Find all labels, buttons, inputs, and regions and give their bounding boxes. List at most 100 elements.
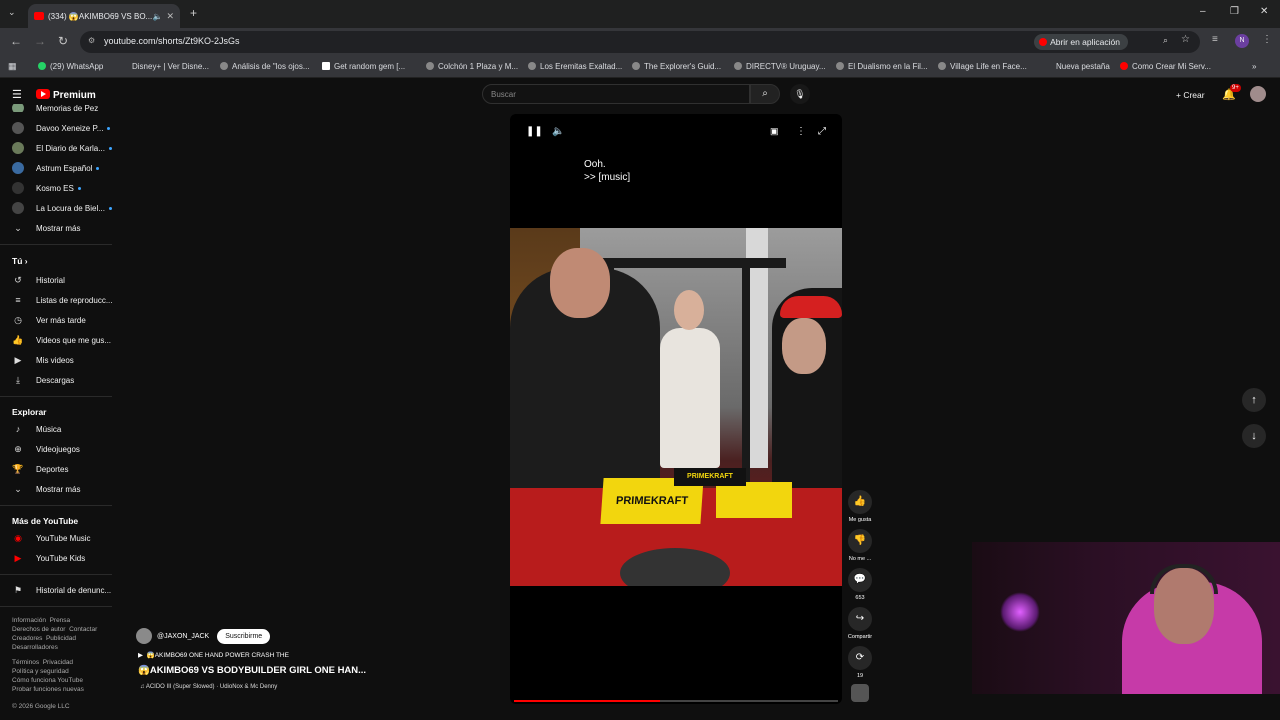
channel-avatar[interactable] [136, 628, 152, 644]
thumbs-up-icon: 👍 [12, 335, 24, 345]
account-avatar[interactable] [1250, 86, 1266, 102]
sidebar-divider [0, 244, 112, 245]
bookmark-item[interactable]: Como Crear Mi Serv... [1120, 62, 1211, 71]
related-video-link[interactable]: ▶ 😱AKIMBO69 ONE HAND POWER CRASH THE [138, 651, 289, 659]
trophy-icon: 🏆 [12, 464, 24, 474]
bookmark-item[interactable]: Village Life en Face... [938, 62, 1027, 71]
sidebar-item-liked-videos[interactable]: 👍 Videos que me gus... [12, 332, 111, 348]
remix-button[interactable]: ⟳ 19 [842, 646, 878, 679]
search-input[interactable]: Buscar [482, 84, 750, 104]
bookmark-item[interactable]: Colchón 1 Plaza y M... [426, 62, 518, 71]
apps-grid-icon[interactable]: ▦ [8, 61, 17, 72]
search-button[interactable]: ⌕ [750, 84, 780, 104]
speaker-icon[interactable]: 🔈 [152, 12, 162, 21]
share-button[interactable]: ↪ Compartir [842, 607, 878, 640]
back-icon[interactable]: ← [10, 34, 22, 48]
site-info-icon[interactable]: ⚙ [88, 36, 95, 45]
sidebar-subscription[interactable]: Astrum Español [12, 160, 100, 176]
sidebar-item-my-videos[interactable]: ▶ Mis videos [12, 352, 74, 368]
new-tab-icon[interactable]: + [190, 6, 197, 20]
forward-icon[interactable]: → [34, 34, 46, 48]
sidebar-item-youtube-kids[interactable]: ▶ YouTube Kids [12, 550, 86, 566]
sidebar-subscription[interactable]: Davoo Xeneize P... [12, 120, 111, 136]
footer-links[interactable]: Términos Privacidad Política y seguridad… [12, 658, 84, 694]
video-frame[interactable]: PRIMEKRAFT PRIMEKRAFT [510, 228, 842, 586]
caption-line: >> [music] [584, 172, 631, 183]
address-bar[interactable]: ⚙ youtube.com/shorts/Zt9KO-2JsGs Abrir e… [80, 31, 1200, 53]
previous-short-icon[interactable]: ↑ [1242, 388, 1266, 412]
sidebar-item-playlists[interactable]: ≡ Listas de reproducc... [12, 292, 112, 308]
sound-thumbnail[interactable] [842, 684, 878, 702]
subscribe-button[interactable]: Suscribirme [217, 628, 271, 644]
bookmark-item[interactable]: Disney+ | Ver Disne... [132, 62, 209, 71]
browser-tab[interactable]: (334) 😱AKIMBO69 VS BO... 🔈 ✕ [28, 4, 180, 28]
more-bookmarks-icon[interactable]: » [1252, 62, 1256, 71]
bookmark-item[interactable]: Get random gem [... [322, 62, 405, 71]
url-text[interactable]: youtube.com/shorts/Zt9KO-2JsGs [104, 36, 240, 46]
tab-close-icon[interactable]: ✕ [166, 11, 174, 22]
channel-avatar [12, 162, 24, 174]
reload-icon[interactable]: ↻ [58, 34, 68, 48]
shorts-player[interactable]: ❚❚ 🔈 ▣ ⋮ ⤢ Ooh. >> [music] PRIMEKRAFT PR… [510, 114, 842, 704]
progress-bar[interactable] [514, 700, 838, 702]
browser-toolbar: ← → ↻ ⚙ youtube.com/shorts/Zt9KO-2JsGs A… [0, 28, 1280, 56]
like-button[interactable]: 👍 Me gusta [842, 490, 878, 523]
next-short-icon[interactable]: ↓ [1242, 424, 1266, 448]
sidebar-item-report-history[interactable]: ⚑ Historial de denunc... [12, 582, 111, 598]
search-icon: ⌕ [762, 88, 768, 99]
short-title[interactable]: 😱AKIMBO69 VS BODYBUILDER GIRL ONE HAN... [138, 665, 366, 676]
sidebar-item-sports[interactable]: 🏆 Deportes [12, 461, 68, 477]
footer-links[interactable]: Información Prensa Derechos de autor Con… [12, 616, 97, 652]
sidebar-subscription[interactable]: Memorias de Pez [12, 104, 98, 112]
sidebar-show-more[interactable]: ⌄ Mostrar más [12, 481, 80, 497]
globe-icon [938, 62, 946, 70]
media-control-icon[interactable]: ≡ [1212, 34, 1218, 45]
zoom-icon[interactable]: ⌕ [1163, 35, 1168, 46]
minimize-icon[interactable]: – [1200, 6, 1206, 17]
bookmark-item[interactable]: The Explorer's Guid... [632, 62, 721, 71]
youtube-premium-logo[interactable]: Premium [36, 89, 96, 101]
restore-icon[interactable]: ❐ [1230, 6, 1239, 17]
sidebar-section-you[interactable]: Tú › [12, 256, 28, 266]
sidebar-subscription[interactable]: La Locura de Biel... [12, 200, 112, 216]
clock-icon: ◷ [14, 315, 22, 325]
youtube-music-icon: ◉ [14, 533, 22, 543]
close-window-icon[interactable]: ✕ [1260, 6, 1268, 17]
sidebar-subscription[interactable]: El Diario de Karla... [12, 140, 112, 156]
comments-button[interactable]: 💬 653 [842, 568, 878, 601]
music-link[interactable]: ♫ ACIDO III (Super Slowed) · UdioNox & M… [140, 684, 277, 690]
sidebar-item-watch-later[interactable]: ◷ Ver más tarde [12, 312, 86, 328]
bookmark-item[interactable]: (29) WhatsApp [38, 62, 103, 71]
youtube-masthead: ☰ Premium Buscar ⌕ 🎙 + Crear 🔔 9+ [0, 80, 1280, 110]
bookmark-item[interactable]: Análisis de "los ojos... [220, 62, 310, 71]
globe-icon [836, 62, 844, 70]
more-options-icon[interactable]: ⋮ [796, 126, 806, 137]
bookmark-item[interactable]: Los Eremitas Exaltad... [528, 62, 622, 71]
sidebar-item-youtube-music[interactable]: ◉ YouTube Music [12, 530, 91, 546]
pause-icon[interactable]: ❚❚ [526, 126, 543, 137]
volume-icon[interactable]: 🔈 [552, 126, 564, 137]
whatsapp-icon [38, 62, 46, 70]
open-in-app-button[interactable]: Abrir en aplicación [1034, 34, 1128, 50]
fullscreen-icon[interactable]: ⤢ [818, 126, 826, 137]
sidebar-item-downloads[interactable]: ⤓ Descargas [12, 372, 74, 388]
profile-avatar[interactable]: N [1235, 34, 1249, 48]
bookmark-item[interactable]: DIRECTV® Uruguay... [734, 62, 826, 71]
captions-icon[interactable]: ▣ [770, 126, 779, 137]
browser-menu-icon[interactable]: ⋮ [1262, 34, 1272, 45]
remix-icon: ⟳ [848, 646, 872, 670]
hamburger-menu-icon[interactable]: ☰ [12, 88, 22, 101]
bookmark-item[interactable]: El Dualismo en la Fil... [836, 62, 928, 71]
sidebar-subscription[interactable]: Kosmo ES [12, 180, 81, 196]
sidebar-item-gaming[interactable]: ⊕ Videojuegos [12, 441, 80, 457]
tab-search-icon[interactable]: ⌄ [8, 7, 16, 18]
sidebar-item-music[interactable]: ♪ Música [12, 421, 62, 437]
channel-handle[interactable]: @JAXON_JACK [157, 633, 209, 640]
dislike-button[interactable]: 👎 No me ... [842, 529, 878, 562]
sidebar-show-more[interactable]: ⌄ Mostrar más [12, 220, 80, 236]
bookmark-star-icon[interactable]: ☆ [1181, 34, 1190, 45]
create-button[interactable]: + Crear [1176, 90, 1205, 100]
bookmark-item[interactable]: Nueva pestaña [1056, 62, 1110, 71]
sidebar-item-history[interactable]: ↺ Historial [12, 272, 65, 288]
voice-search-icon[interactable]: 🎙 [790, 84, 810, 104]
